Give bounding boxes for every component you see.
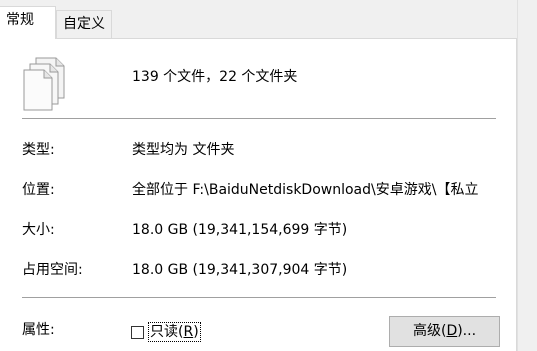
type-label: 类型: — [22, 142, 55, 158]
size-value: 18.0 GB (19,341,154,699 字节) — [132, 222, 348, 238]
divider — [22, 118, 496, 119]
size-label: 大小: — [22, 222, 55, 238]
multiple-files-icon — [23, 57, 65, 111]
tab-general[interactable]: 常规 — [0, 6, 56, 39]
window-edge — [517, 0, 537, 351]
readonly-label[interactable]: 只读(R) — [148, 322, 201, 342]
size-on-disk-label: 占用空间: — [22, 262, 83, 278]
attributes-label: 属性: — [22, 322, 55, 338]
readonly-checkbox-row[interactable]: 只读(R) — [131, 322, 201, 342]
divider — [22, 297, 496, 298]
type-value: 类型均为 文件夹 — [132, 142, 235, 158]
readonly-checkbox[interactable] — [131, 325, 144, 339]
tab-strip: 常规 自定义 — [0, 0, 537, 39]
location-label: 位置: — [22, 182, 55, 198]
size-on-disk-value: 18.0 GB (19,341,307,904 字节) — [132, 262, 348, 278]
location-value[interactable]: 全部位于 F:\BaiduNetdiskDownload\安卓游戏\【私立 — [132, 180, 500, 200]
tab-custom[interactable]: 自定义 — [56, 10, 112, 38]
advanced-button[interactable]: 高级(D)... — [389, 316, 500, 347]
selection-summary: 139 个文件，22 个文件夹 — [132, 69, 298, 85]
